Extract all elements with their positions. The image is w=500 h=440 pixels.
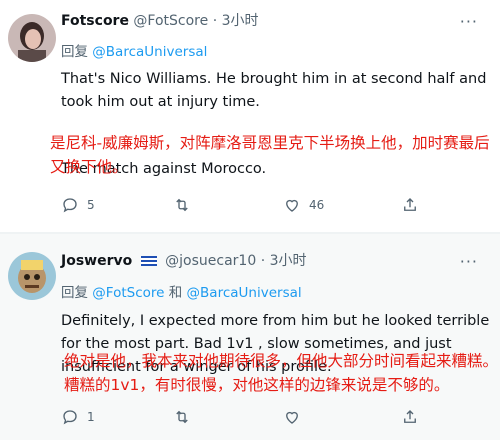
reply-button[interactable]: 5: [61, 196, 95, 214]
author-name[interactable]: Fotscore: [61, 13, 129, 29]
overlay-line: 是尼科-威廉姆斯，对阵摩洛哥恩里克下半场换上他，加时赛最后: [50, 134, 490, 152]
like-button[interactable]: [283, 408, 301, 426]
tweet-fotscore[interactable]: Fotscore @FotScore · 3小时 ··· 回复 @BarcaUn…: [0, 0, 500, 232]
avatar[interactable]: [8, 252, 56, 300]
avatar[interactable]: [8, 14, 56, 62]
reply-to-line: 回复 @FotScore 和 @BarcaUniversal: [61, 281, 302, 301]
retweet-button[interactable]: [173, 196, 191, 214]
like-count: 46: [309, 198, 325, 212]
more-options-icon[interactable]: ···: [460, 12, 478, 31]
reply-button[interactable]: 1: [61, 408, 95, 426]
dot-separator: ·: [212, 13, 218, 29]
reply-icon: [63, 410, 77, 425]
retweet-button[interactable]: [173, 408, 191, 426]
reply-icon: [63, 198, 77, 213]
more-options-icon[interactable]: ···: [460, 252, 478, 271]
heart-icon: [286, 411, 298, 424]
reply-count: 1: [87, 410, 95, 424]
retweet-icon: [176, 410, 188, 424]
timestamp[interactable]: 3小时: [270, 253, 307, 269]
overlay-line: 又换下他。: [50, 158, 128, 176]
timestamp[interactable]: 3小时: [222, 13, 259, 29]
mention-link[interactable]: @BarcaUniversal: [92, 44, 207, 60]
dot-separator: ·: [260, 253, 266, 269]
tweet-text: That's Nico Williams. He brought him in …: [61, 71, 487, 110]
share-icon: [404, 410, 416, 423]
translation-overlay-1: 是尼科-威廉姆斯，对阵摩洛哥恩里克下半场换上他，加时赛最后 又换下他。: [50, 131, 490, 179]
author-handle[interactable]: @FotScore: [133, 13, 208, 29]
tweet-actions: 5 46: [61, 196, 441, 218]
author-name[interactable]: Joswervo: [61, 253, 132, 269]
mention-link[interactable]: @FotScore: [92, 285, 164, 301]
tweet-header: Fotscore @FotScore · 3小时: [61, 10, 259, 30]
author-handle[interactable]: @josuecar10: [165, 253, 256, 269]
share-icon: [404, 198, 416, 211]
share-button[interactable]: [401, 408, 419, 426]
overlay-line: 糟糕的1v1，有时很慢，对他这样的边锋来说是不够的。: [64, 376, 450, 394]
like-button[interactable]: 46: [283, 196, 324, 214]
tweet-joswervo[interactable]: Joswervo @josuecar10 · 3小时 ··· 回复 @FotSc…: [0, 234, 500, 440]
reply-prefix: 回复: [61, 44, 88, 60]
retweet-icon: [176, 198, 188, 212]
reply-count: 5: [87, 198, 95, 212]
overlay-line: 绝对是他，我本来对他期待很多，但他大部分时间看起来糟糕。: [64, 352, 499, 370]
share-button[interactable]: [401, 196, 419, 214]
tweet-actions: 1: [61, 408, 441, 430]
translation-overlay-2: 绝对是他，我本来对他期待很多，但他大部分时间看起来糟糕。 糟糕的1v1，有时很慢…: [64, 349, 498, 397]
tweet-header: Joswervo @josuecar10 · 3小时: [61, 250, 307, 270]
reply-conjunction: 和: [168, 285, 183, 301]
reply-prefix: 回复: [61, 285, 88, 301]
heart-icon: [286, 199, 298, 212]
flag-icon: [140, 256, 157, 266]
mention-link-2[interactable]: @BarcaUniversal: [187, 285, 302, 301]
reply-to-line: 回复 @BarcaUniversal: [61, 40, 207, 60]
